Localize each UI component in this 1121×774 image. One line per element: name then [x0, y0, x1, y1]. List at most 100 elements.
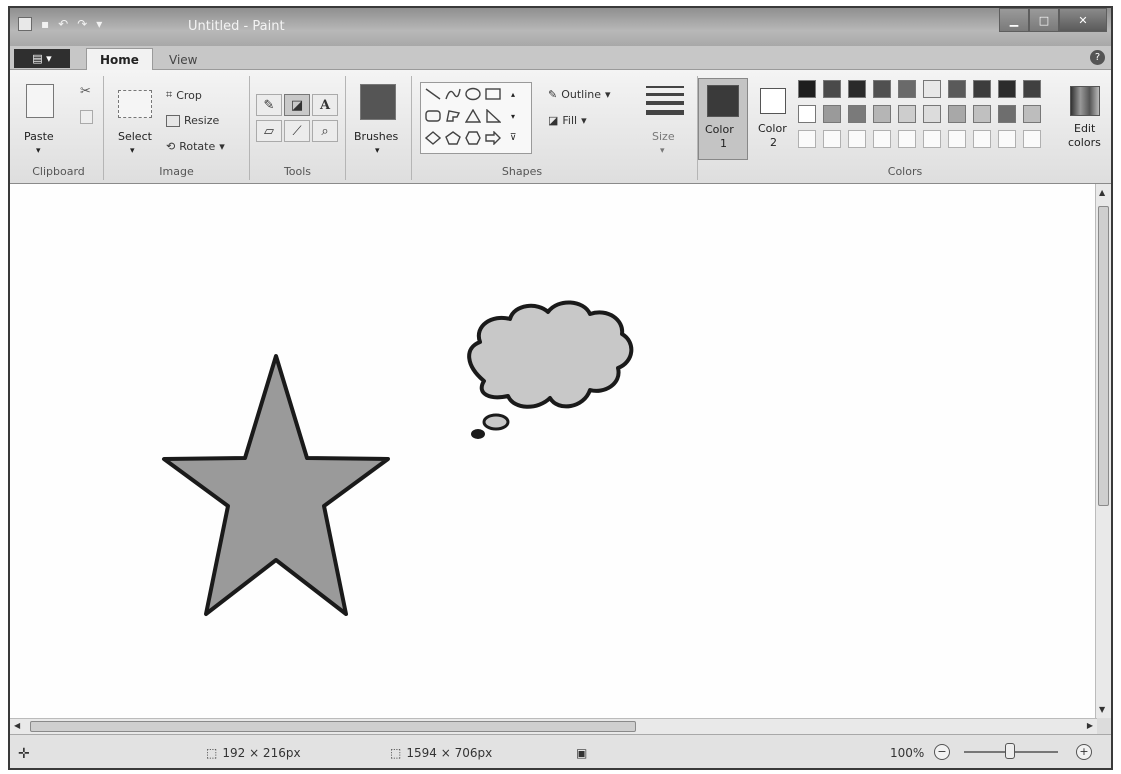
tab-home[interactable]: Home	[86, 48, 153, 71]
shapes-scroll-down-icon[interactable]: ▾	[505, 107, 521, 125]
drawing-canvas[interactable]	[10, 184, 1097, 718]
right-triangle-shape-icon[interactable]	[483, 107, 503, 125]
maximize-button[interactable]: □	[1029, 8, 1059, 32]
palette-color-swatch[interactable]	[998, 105, 1016, 123]
size-dropdown-icon[interactable]: ▾	[660, 146, 665, 156]
palette-color-swatch[interactable]	[823, 80, 841, 98]
custom-color-swatch[interactable]	[1023, 130, 1041, 148]
palette-color-swatch[interactable]	[848, 80, 866, 98]
custom-color-swatch[interactable]	[923, 130, 941, 148]
scroll-down-icon[interactable]: ▼	[1099, 705, 1105, 714]
minimize-button[interactable]: ▁	[999, 8, 1029, 32]
pentagon-shape-icon[interactable]	[443, 129, 463, 147]
brushes-icon[interactable]	[360, 84, 396, 120]
palette-color-swatch[interactable]	[998, 80, 1016, 98]
select-dropdown-icon[interactable]: ▾	[130, 146, 135, 156]
eraser-icon[interactable]: ▱	[256, 120, 282, 142]
edit-colors-button[interactable]: Edit colors	[1064, 78, 1108, 160]
scroll-right-icon[interactable]: ▶	[1087, 721, 1093, 730]
palette-color-swatch[interactable]	[948, 80, 966, 98]
vertical-scrollbar[interactable]: ▲ ▼	[1095, 184, 1111, 718]
horizontal-scrollbar[interactable]: ◀ ▶	[10, 718, 1097, 734]
right-arrow-shape-icon[interactable]	[483, 129, 503, 147]
paint-menu-button[interactable]: ▤ ▾	[14, 49, 70, 68]
color2-number: 2	[770, 136, 777, 149]
palette-color-swatch[interactable]	[1023, 105, 1041, 123]
custom-color-swatch[interactable]	[873, 130, 891, 148]
save-icon[interactable]: ▪	[41, 17, 49, 31]
scroll-up-icon[interactable]: ▲	[1099, 188, 1105, 197]
help-icon[interactable]: ?	[1090, 50, 1105, 65]
undo-icon[interactable]: ↶	[58, 17, 68, 31]
copy-icon[interactable]	[80, 110, 93, 124]
oval-shape-icon[interactable]	[463, 85, 483, 103]
palette-color-swatch[interactable]	[1023, 80, 1041, 98]
shapes-more-icon[interactable]: ⊽	[505, 129, 521, 147]
palette-color-swatch[interactable]	[798, 105, 816, 123]
palette-color-swatch[interactable]	[798, 80, 816, 98]
custom-color-swatch[interactable]	[823, 130, 841, 148]
vertical-scroll-thumb[interactable]	[1098, 206, 1109, 506]
line-shape-icon[interactable]	[423, 85, 443, 103]
custom-color-swatch[interactable]	[998, 130, 1016, 148]
redo-icon[interactable]: ↷	[77, 17, 87, 31]
custom-color-swatch[interactable]	[948, 130, 966, 148]
tab-view[interactable]: View	[156, 48, 210, 71]
scroll-left-icon[interactable]: ◀	[14, 721, 20, 730]
curve-shape-icon[interactable]	[443, 85, 463, 103]
zoom-out-icon[interactable]: −	[934, 744, 950, 760]
palette-color-swatch[interactable]	[873, 105, 891, 123]
zoom-in-icon[interactable]: +	[1076, 744, 1092, 760]
paint-app-icon[interactable]	[18, 17, 32, 31]
color-picker-icon[interactable]: ⟋	[284, 120, 310, 142]
custom-color-swatch[interactable]	[973, 130, 991, 148]
outline-icon: ✎	[548, 88, 558, 101]
brushes-dropdown-icon[interactable]: ▾	[375, 146, 380, 156]
paste-icon[interactable]	[26, 84, 54, 118]
palette-color-swatch[interactable]	[923, 105, 941, 123]
palette-color-swatch[interactable]	[973, 80, 991, 98]
palette-color-swatch[interactable]	[823, 105, 841, 123]
size-lines-icon[interactable]	[646, 86, 684, 115]
palette-color-swatch[interactable]	[948, 105, 966, 123]
diamond-shape-icon[interactable]	[423, 129, 443, 147]
rectangle-shape-icon[interactable]	[483, 85, 503, 103]
custom-color-swatch[interactable]	[798, 130, 816, 148]
select-button[interactable]: Select	[118, 130, 152, 143]
fill-button[interactable]: ◪ Fill ▾	[548, 114, 587, 127]
custom-color-swatch[interactable]	[848, 130, 866, 148]
palette-color-swatch[interactable]	[973, 105, 991, 123]
rounded-rectangle-shape-icon[interactable]	[423, 107, 443, 125]
paste-dropdown-icon[interactable]: ▾	[36, 146, 41, 156]
triangle-shape-icon[interactable]	[463, 107, 483, 125]
color-palette	[798, 80, 1058, 160]
cut-icon[interactable]: ✂	[80, 84, 91, 99]
brushes-button[interactable]: Brushes	[354, 130, 398, 143]
horizontal-scroll-thumb[interactable]	[30, 721, 636, 732]
magnifier-icon[interactable]: ⌕	[312, 120, 338, 142]
customize-toolbar-icon[interactable]: ▾	[96, 17, 102, 31]
color1-button[interactable]: Color 1	[698, 78, 748, 160]
paste-button[interactable]: Paste	[24, 130, 54, 143]
palette-color-swatch[interactable]	[898, 80, 916, 98]
text-tool-icon[interactable]: A	[312, 94, 338, 116]
hexagon-shape-icon[interactable]	[463, 129, 483, 147]
select-icon[interactable]	[118, 90, 152, 118]
fill-bucket-icon[interactable]: ◪	[284, 94, 310, 116]
polygon-shape-icon[interactable]	[443, 107, 463, 125]
custom-color-swatch[interactable]	[898, 130, 916, 148]
color2-button[interactable]: Color 2	[754, 78, 794, 160]
palette-color-swatch[interactable]	[923, 80, 941, 98]
size-button[interactable]: Size	[652, 130, 675, 143]
crop-button[interactable]: ⌗ Crop	[166, 88, 202, 102]
outline-button[interactable]: ✎ Outline ▾	[548, 88, 611, 101]
resize-button[interactable]: Resize	[166, 114, 219, 127]
rotate-button[interactable]: ⟲ Rotate ▾	[166, 140, 225, 153]
palette-color-swatch[interactable]	[848, 105, 866, 123]
close-button[interactable]: ✕	[1059, 8, 1107, 32]
pencil-icon[interactable]: ✎	[256, 94, 282, 116]
palette-color-swatch[interactable]	[898, 105, 916, 123]
zoom-slider-thumb[interactable]	[1005, 743, 1015, 759]
shapes-scroll-up-icon[interactable]: ▴	[505, 85, 521, 103]
palette-color-swatch[interactable]	[873, 80, 891, 98]
